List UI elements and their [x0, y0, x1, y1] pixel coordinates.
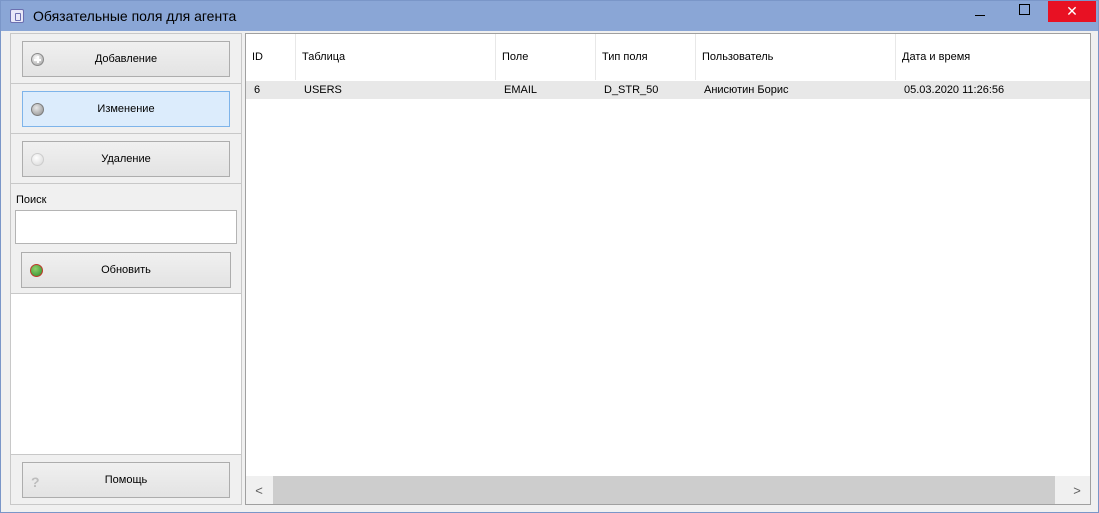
edit-button[interactable]: Изменение: [22, 91, 230, 127]
cell-datetime: 05.03.2020 11:26:56: [904, 84, 1005, 96]
column-header-id[interactable]: ID: [246, 34, 296, 80]
delete-button-label: Удаление: [101, 153, 151, 165]
scroll-left-icon[interactable]: <: [246, 476, 272, 504]
refresh-button[interactable]: Обновить: [21, 252, 231, 288]
refresh-icon: [30, 264, 43, 277]
maximize-icon: [1018, 4, 1030, 15]
add-icon: [31, 53, 44, 66]
window-title: Обязательные поля для агента: [33, 8, 237, 24]
help-button[interactable]: ? Помощь: [22, 462, 230, 498]
column-header-datetime[interactable]: Дата и время: [896, 34, 1090, 80]
column-header-user[interactable]: Пользователь: [696, 34, 896, 80]
column-header-field[interactable]: Поле: [496, 34, 596, 80]
cell-table: USERS: [304, 84, 342, 96]
horizontal-scrollbar[interactable]: < >: [246, 476, 1090, 504]
cell-field-type: D_STR_50: [604, 84, 659, 96]
scrollbar-thumb[interactable]: [273, 476, 1055, 504]
grid-header: ID Таблица Поле Тип поля Пользователь Да…: [246, 34, 1090, 80]
left-panel: Добавление Изменение Удаление Поиск Обно…: [10, 33, 242, 505]
cell-user: Анисютин Борис: [704, 84, 789, 96]
title-bar[interactable]: Обязательные поля для агента ✕: [1, 1, 1098, 31]
app-icon: [10, 9, 24, 23]
help-button-group: ? Помощь: [11, 454, 241, 504]
table-row[interactable]: 6 USERS EMAIL D_STR_50 Анисютин Борис 05…: [246, 81, 1090, 99]
delete-button-group: Удаление: [11, 134, 241, 184]
cell-id: 6: [254, 84, 261, 96]
minimize-icon: [975, 15, 985, 16]
search-section: Поиск Обновить: [11, 184, 241, 294]
cell-field: EMAIL: [504, 84, 538, 96]
close-button[interactable]: ✕: [1048, 1, 1096, 22]
delete-icon: [31, 153, 44, 166]
add-button[interactable]: Добавление: [22, 41, 230, 77]
column-header-field-type[interactable]: Тип поля: [596, 34, 696, 80]
refresh-button-label: Обновить: [101, 264, 151, 276]
column-header-table[interactable]: Таблица: [296, 34, 496, 80]
help-button-label: Помощь: [104, 474, 148, 486]
add-button-group: Добавление: [11, 34, 241, 84]
minimize-button[interactable]: [957, 1, 1003, 22]
edit-button-group: Изменение: [11, 84, 241, 134]
app-window: Обязательные поля для агента ✕ Добавлени…: [0, 0, 1099, 513]
edit-button-label: Изменение: [97, 103, 155, 115]
data-grid[interactable]: ID Таблица Поле Тип поля Пользователь Да…: [245, 33, 1091, 505]
search-label: Поиск: [16, 194, 47, 206]
add-button-label: Добавление: [94, 53, 158, 65]
close-icon: ✕: [1066, 3, 1078, 19]
scroll-right-icon[interactable]: >: [1064, 476, 1090, 504]
maximize-button[interactable]: [1001, 1, 1047, 22]
delete-button[interactable]: Удаление: [22, 141, 230, 177]
search-input[interactable]: [15, 210, 237, 244]
edit-icon: [31, 103, 44, 116]
help-icon: ?: [31, 474, 40, 490]
